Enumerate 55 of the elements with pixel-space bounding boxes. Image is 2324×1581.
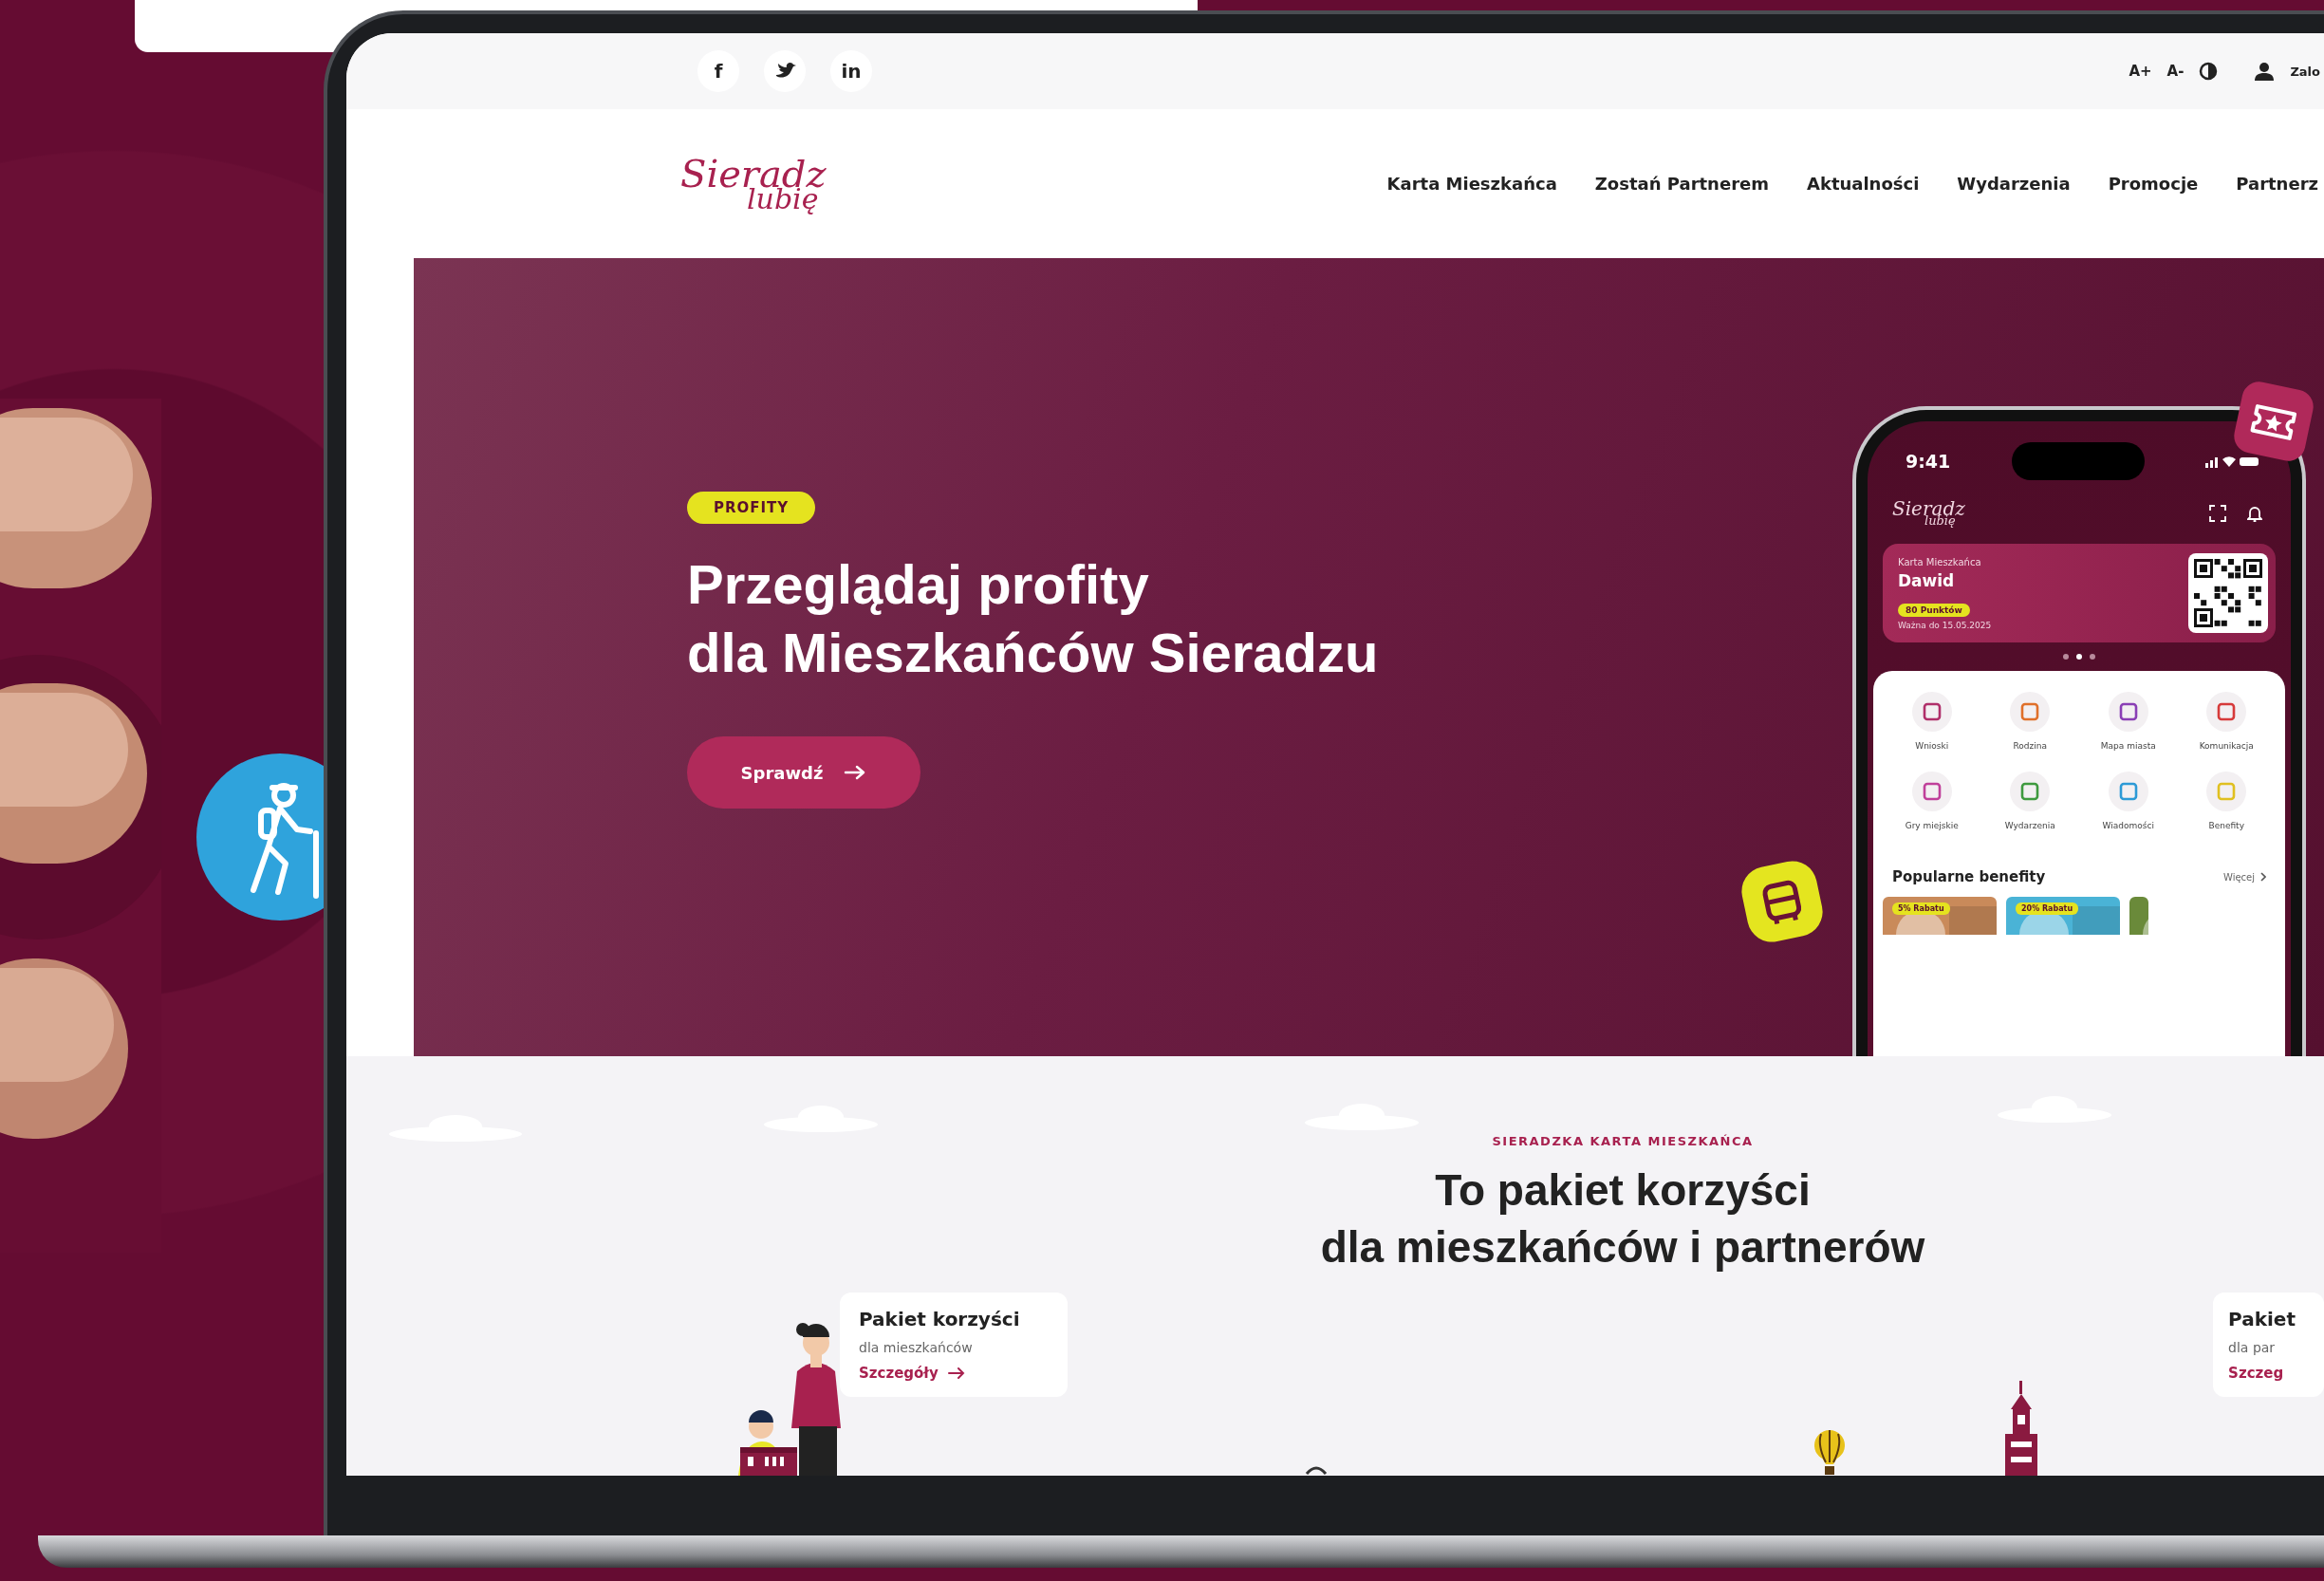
tile-label: Mapa miasta <box>2100 741 2156 751</box>
card-label: Karta Mieszkańca <box>1898 556 1981 567</box>
tile-label: Komunikacja <box>2199 741 2254 751</box>
social-link[interactable]: f <box>697 50 739 92</box>
section-title: To pakiet korzyści dla mieszkańców i partnerów <box>1320 1164 1925 1274</box>
social-link[interactable]: in <box>830 50 872 92</box>
points-badge: 80 Punktów <box>1898 603 1970 617</box>
more-link[interactable]: Więcej <box>2222 871 2266 883</box>
nav-link[interactable]: Partnerz <box>2236 174 2318 194</box>
tile-label: Wnioski <box>1915 741 1949 751</box>
bird-icon <box>1305 1464 1328 1476</box>
arrow-icon <box>844 765 867 780</box>
card-title: Pakiet korzyści <box>859 1308 1021 1330</box>
page-dot[interactable] <box>2063 654 2069 660</box>
bird-icon[interactable] <box>764 50 806 92</box>
section-title: Popularne benefity <box>1892 868 2046 885</box>
card-subtitle: dla mieszkańców <box>859 1340 974 1355</box>
details-link[interactable]: Szczegóły <box>859 1365 1049 1382</box>
tile-label: Wiadomości <box>2102 821 2154 830</box>
tag: PROFITY <box>687 492 816 524</box>
nav-link[interactable]: Karta Mieszkańca <box>1386 174 1557 194</box>
card-title: Pakiet <box>2228 1308 2296 1330</box>
tile-label: Wydarzenia <box>2004 821 2055 830</box>
page-dot[interactable] <box>2090 654 2095 660</box>
bell-icon[interactable] <box>2247 504 2262 522</box>
card-name: Dawid <box>1898 570 1955 590</box>
tile-label: Rodzina <box>2013 741 2047 751</box>
check-button[interactable]: Sprawdź <box>687 736 920 809</box>
tile-label: Gry miejskie <box>1905 821 1959 830</box>
status-icons <box>2205 455 2259 468</box>
arrow-icon <box>947 1367 965 1379</box>
discount-badge: 20% Rabatu <box>2016 902 2079 915</box>
nav-link[interactable]: Wydarzenia <box>1957 174 2071 194</box>
balloon-icon <box>1813 1430 1847 1476</box>
details-link[interactable]: Szczeg <box>2228 1365 2296 1382</box>
login-link[interactable]: Zalo <box>2290 64 2320 79</box>
logo: Sieradz lubię <box>1892 499 1965 527</box>
clock-time: 9:41 <box>1906 451 1951 472</box>
nav-link[interactable]: Aktualności <box>1807 174 1920 194</box>
page-dot[interactable] <box>2076 654 2082 660</box>
valid-date: Ważna do 15.05.2025 <box>1898 620 1992 630</box>
discount-badge: 5% Rabatu <box>1892 902 1950 915</box>
font-decrease-button[interactable]: A- <box>2166 63 2185 80</box>
user-icon[interactable] <box>2254 62 2276 81</box>
scan-icon[interactable] <box>2209 504 2226 522</box>
font-increase-button[interactable]: A+ <box>2129 63 2152 80</box>
contrast-icon[interactable] <box>2199 62 2219 81</box>
chevron-icon <box>2260 872 2266 882</box>
section-eyebrow: SIERADZKA KARTA MIESZKAŃCA <box>1492 1134 1754 1148</box>
nav-link[interactable]: Promocje <box>2108 174 2199 194</box>
logo[interactable]: Sieradz lubię <box>680 154 827 214</box>
hero-title: Przeglądaj profity dla Mieszkańców Sieradzu <box>687 552 1379 685</box>
nav-link[interactable]: Zostań Partnerem <box>1594 174 1769 194</box>
tile-label: Benefity <box>2208 821 2244 830</box>
card-subtitle: dla par <box>2228 1340 2277 1355</box>
